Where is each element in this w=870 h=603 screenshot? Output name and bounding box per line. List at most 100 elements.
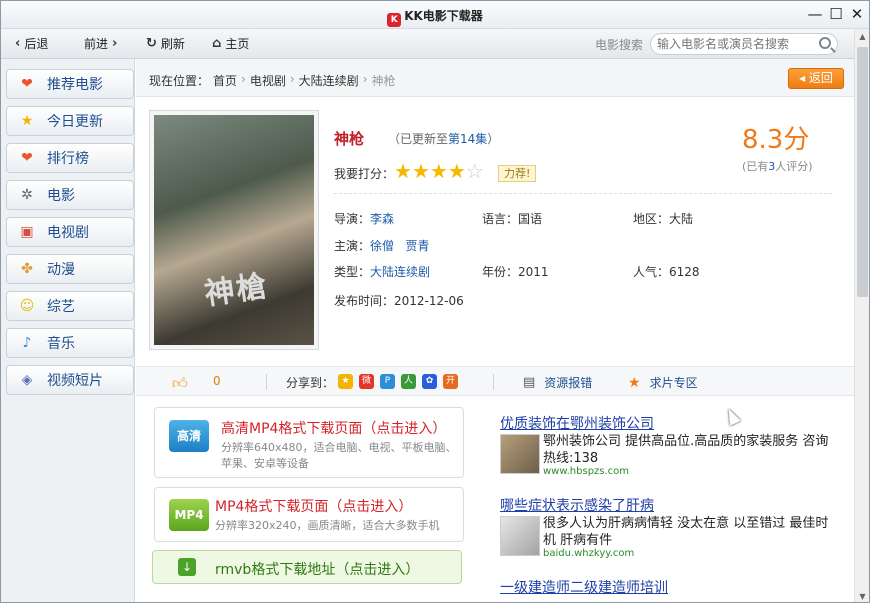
window-title-text: KK电影下载器 xyxy=(404,9,483,23)
like-count: 0 xyxy=(213,374,221,388)
breadcrumb-separator: › xyxy=(289,72,295,86)
star-icon: ★ xyxy=(20,113,34,129)
region-value: 大陆 xyxy=(669,212,694,226)
sidebar-item-anime[interactable]: ✤ 动漫 xyxy=(6,254,134,284)
sidebar-item-tv[interactable]: ▣ 电视剧 xyxy=(6,217,134,247)
kaixin-icon[interactable]: 开 xyxy=(443,374,458,389)
scrollbar-thumb[interactable] xyxy=(857,47,868,297)
ad-text: 鄂州装饰公司 提供高品位.高品质的家装服务 咨询热线:138 xyxy=(543,434,829,466)
director-label: 导演： xyxy=(334,212,371,226)
refresh-icon: ↻ xyxy=(146,36,157,51)
search-icon[interactable] xyxy=(819,37,831,49)
sidebar-item-variety[interactable]: ☺ 综艺 xyxy=(6,291,134,321)
cast-link[interactable]: 贾青 xyxy=(405,239,429,253)
title-bar: K KK电影下载器 — ☐ ✕ xyxy=(1,1,869,29)
region-label: 地区： xyxy=(633,212,670,226)
ad-link[interactable]: 一级建造师二级建造师培训 xyxy=(500,577,668,597)
smile-icon: ☺ xyxy=(19,298,35,314)
heart-icon: ❤ xyxy=(21,76,33,92)
breadcrumb-tv[interactable]: 电视剧 xyxy=(250,72,286,89)
ad-link[interactable]: 优质装饰在鄂州装饰公司 xyxy=(500,413,654,433)
rating-star-icon[interactable]: ★ xyxy=(430,160,448,182)
director-link[interactable]: 李森 xyxy=(370,212,394,226)
thumbs-up-icon: 👍︎ xyxy=(172,374,188,392)
ad-thumbnail[interactable] xyxy=(500,516,540,556)
sidebar-item-music[interactable]: ♪ 音乐 xyxy=(6,328,134,358)
hd-badge-icon: 高清 xyxy=(169,420,209,452)
refresh-button[interactable]: ↻ 刷新 xyxy=(146,35,185,52)
baidu-icon[interactable]: ✿ xyxy=(422,374,437,389)
movie-poster[interactable]: 神槍 xyxy=(149,110,319,350)
weibo-icon[interactable]: 微 xyxy=(359,374,374,389)
sidebar-item-recommended[interactable]: ❤ 推荐电影 xyxy=(6,69,134,99)
cast-info: 主演：徐僧 贾青 xyxy=(334,237,430,254)
close-button[interactable]: ✕ xyxy=(848,5,866,23)
star-icon: ★ xyxy=(628,374,641,391)
forward-nav-button[interactable]: 前进 › xyxy=(84,35,117,52)
update-status: （已更新至第14集） xyxy=(388,130,499,147)
ad-thumbnail[interactable] xyxy=(500,434,540,474)
main-content: 现在位置： 首页 › 电视剧 › 大陆连续剧 › 神枪 ◂ 返回 神槍 神枪 （… xyxy=(136,59,854,602)
ad-url[interactable]: www.hbspzs.com xyxy=(543,466,629,477)
request-button[interactable]: ★ 求片专区 xyxy=(628,374,698,391)
update-suffix: ） xyxy=(487,132,500,146)
scroll-up-icon[interactable]: ▲ xyxy=(855,29,869,44)
report-label: 资源报错 xyxy=(544,376,593,390)
refresh-label: 刷新 xyxy=(160,37,185,51)
back-nav-button[interactable]: ‹ 后退 xyxy=(15,35,48,52)
rating-star-icon[interactable]: ★ xyxy=(448,160,466,182)
like-button[interactable]: 👍︎ xyxy=(172,374,188,393)
release-value: 2012-12-06 xyxy=(394,294,464,308)
sidebar: ❤ 推荐电影 ★ 今日更新 ❤ 排行榜 ✲ 电影 ▣ 电视剧 ✤ 动漫 ☺ 综艺… xyxy=(1,59,135,602)
breadcrumb-separator: › xyxy=(362,72,368,86)
maximize-button[interactable]: ☐ xyxy=(827,5,845,23)
sidebar-item-today[interactable]: ★ 今日更新 xyxy=(6,106,134,136)
download-hd-mp4[interactable]: 高清 高清MP4格式下载页面（点击进入） 分辨率640x480，适合电脑、电视、… xyxy=(154,407,464,478)
region-info: 地区：大陆 xyxy=(633,210,693,227)
search-input[interactable] xyxy=(657,36,807,52)
ad-url[interactable]: baidu.whzkyy.com xyxy=(543,548,634,559)
breadcrumb-prefix: 现在位置： xyxy=(149,74,210,88)
rating-star-icon[interactable]: ★ xyxy=(394,160,412,182)
year-info: 年份：2011 xyxy=(482,263,549,280)
minimize-button[interactable]: — xyxy=(806,5,824,23)
return-label: 返回 xyxy=(808,71,833,85)
mp4-badge-icon: MP4 xyxy=(169,499,209,531)
renren-icon[interactable]: 人 xyxy=(401,374,416,389)
vertical-scrollbar[interactable]: ▲ ▼ xyxy=(854,29,869,602)
tv-icon: ▣ xyxy=(20,224,34,240)
sidebar-item-ranking[interactable]: ❤ 排行榜 xyxy=(6,143,134,173)
download-mp4[interactable]: MP4 MP4格式下载页面（点击进入） 分辨率320x240，画质清晰，适合大多… xyxy=(154,487,464,542)
rating-stars: ★ ★ ★ ★ ☆ xyxy=(394,160,484,182)
qzone-icon[interactable]: ★ xyxy=(338,374,353,389)
genre-link[interactable]: 大陆连续剧 xyxy=(370,265,430,279)
action-separator xyxy=(266,374,267,390)
back-nav-label: 后退 xyxy=(24,37,49,51)
home-button[interactable]: ⌂ 主页 xyxy=(212,35,249,52)
download-title: 高清MP4格式下载页面（点击进入） xyxy=(221,421,447,437)
ad-link[interactable]: 哪些症状表示感染了肝病 xyxy=(500,495,654,515)
cast-link[interactable]: 徐僧 xyxy=(370,239,394,253)
genre-label: 类型： xyxy=(334,265,371,279)
sidebar-item-movies[interactable]: ✲ 电影 xyxy=(6,180,134,210)
breadcrumb-home[interactable]: 首页 xyxy=(213,72,237,89)
release-label: 发布时间： xyxy=(334,294,395,308)
download-rmvb[interactable]: ↓ rmvb格式下载地址（点击进入） xyxy=(152,550,462,584)
caret-left-icon: ◂ xyxy=(799,71,806,85)
forward-nav-label: 前进 xyxy=(84,37,109,51)
toolbar: ‹ 后退 前进 › ↻ 刷新 ⌂ 主页 电影搜索 xyxy=(1,29,869,59)
action-bar: 👍︎ 0 分享到： ★ 微 P 人 ✿ 开 ▤ 资源报错 ★ 求片专区 xyxy=(136,366,854,396)
sidebar-item-label: 视频短片 xyxy=(47,373,103,389)
rating-star-icon[interactable]: ★ xyxy=(412,160,430,182)
rating-star-empty-icon[interactable]: ☆ xyxy=(466,160,484,182)
report-button[interactable]: ▤ 资源报错 xyxy=(523,374,592,391)
scroll-down-icon[interactable]: ▼ xyxy=(855,589,869,602)
return-button[interactable]: ◂ 返回 xyxy=(788,68,844,89)
sidebar-item-label: 电影 xyxy=(47,188,75,204)
breadcrumb-mainland-series[interactable]: 大陆连续剧 xyxy=(299,72,359,89)
poster-image: 神槍 xyxy=(154,115,314,345)
chevron-left-icon: ‹ xyxy=(15,36,21,51)
tencent-weibo-icon[interactable]: P xyxy=(380,374,395,389)
sidebar-item-label: 综艺 xyxy=(47,299,75,315)
sidebar-item-clips[interactable]: ◈ 视频短片 xyxy=(6,365,134,395)
